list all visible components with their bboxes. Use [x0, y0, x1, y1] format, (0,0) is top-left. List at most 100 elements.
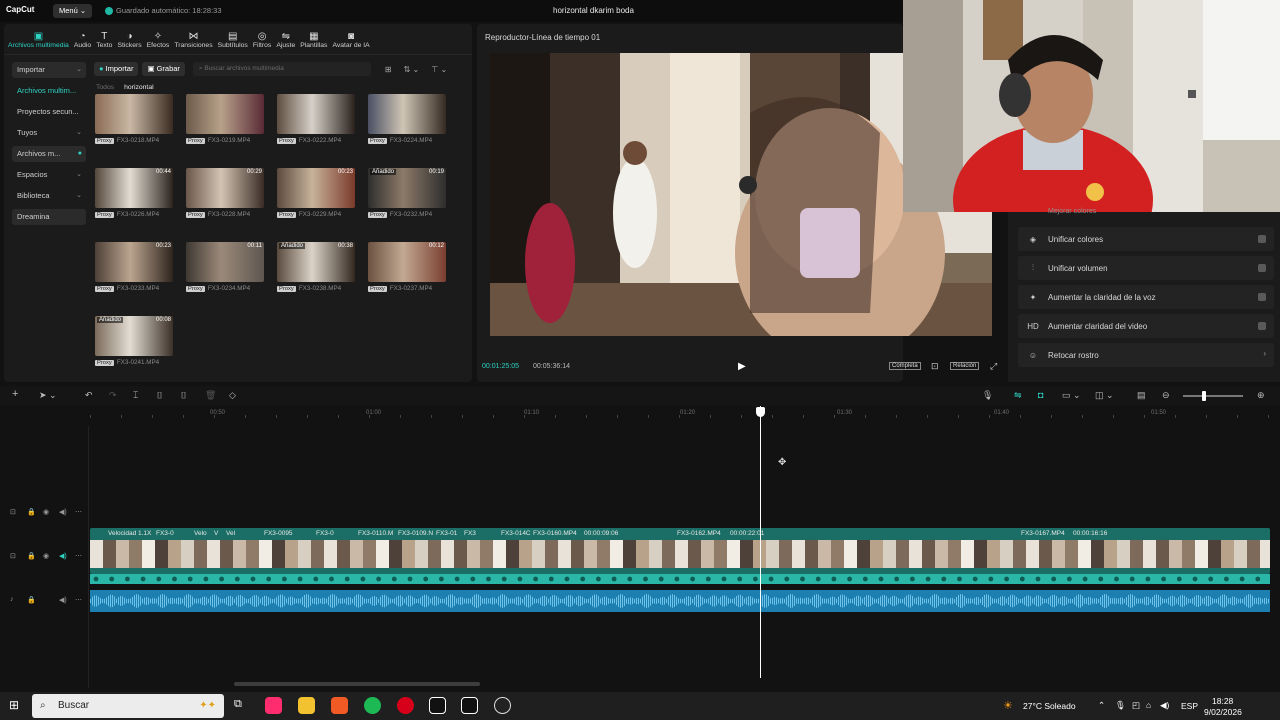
sidenav-item[interactable]: Importar ⌄ [12, 62, 86, 78]
clock-time[interactable]: 18:28 [1212, 696, 1233, 706]
sidenav-item[interactable]: Archivos multim... [12, 83, 86, 99]
keyframe-dot[interactable] [611, 576, 617, 582]
capcut-active-icon[interactable] [461, 697, 478, 714]
volume-icon[interactable]: ◀) [1160, 700, 1169, 711]
keyframe-dot[interactable] [1129, 576, 1135, 582]
playhead-handle[interactable] [756, 407, 765, 417]
keyframe-dot[interactable] [753, 576, 758, 582]
media-clip[interactable]: 00:23 Proxy FX3-0233.MP4 [95, 242, 173, 292]
keyframe-dot[interactable] [439, 576, 444, 582]
toggle-switch[interactable] [1258, 264, 1266, 272]
speaker-icon[interactable]: ◀) [59, 552, 67, 560]
keyframe-dot[interactable] [1145, 576, 1151, 582]
sidenav-item[interactable]: Biblioteca ⌄ [12, 188, 86, 204]
toggle-switch[interactable] [1258, 235, 1266, 243]
keyframe-dot[interactable] [784, 576, 790, 582]
filter-icon[interactable]: ⊤ ⌄ [431, 65, 447, 74]
link-icon[interactable]: ⇋ [1014, 390, 1022, 401]
track-expand-icon[interactable]: ⊡ [10, 508, 16, 516]
keyframe-dot[interactable] [831, 576, 837, 582]
keyframe-dot[interactable] [454, 576, 460, 582]
clip-thumbnail[interactable]: 00:19 Añadido [368, 168, 446, 208]
keyframe-dot[interactable] [1035, 576, 1041, 582]
clip-thumbnail[interactable] [95, 94, 173, 134]
eye-icon[interactable]: ◉ [43, 552, 49, 560]
keyframe-dot[interactable] [533, 576, 538, 582]
lock-icon[interactable]: 🔒 [27, 596, 36, 604]
speaker-icon[interactable]: ◀) [59, 596, 67, 604]
tool-adjust[interactable]: ⇋ Ajuste [276, 26, 295, 54]
keyframe-dot[interactable] [721, 576, 727, 582]
zoom-handle[interactable] [1202, 391, 1206, 401]
media-clip[interactable]: Proxy FX3-0219.MP4 [186, 94, 264, 144]
keyframe-dot[interactable] [894, 576, 900, 582]
chevron-right-icon[interactable]: › [1263, 349, 1266, 358]
more-icon[interactable]: ⋯ [75, 552, 82, 560]
fullscreen-icon[interactable]: ⤢ [990, 361, 997, 372]
keyframe-dot[interactable] [847, 576, 852, 582]
split-right-icon[interactable]: ⌷ [181, 390, 186, 401]
playhead[interactable] [760, 406, 761, 678]
keyframe-dot[interactable] [517, 576, 523, 582]
keyframe-dot[interactable] [1224, 576, 1229, 582]
clip-thumbnail[interactable] [368, 94, 446, 134]
keyframe-dot[interactable] [1082, 576, 1088, 582]
magnet-icon[interactable]: ◘ [1038, 390, 1043, 400]
lock-icon[interactable]: 🔒 [27, 508, 36, 516]
video-clip-track[interactable]: Velocidad 1.1X FX3-0 Velo V Vel FX3-0095 FX3-0… [90, 528, 1270, 574]
file-explorer-icon[interactable] [298, 697, 315, 714]
clock-date[interactable]: 9/02/2026 [1204, 707, 1242, 717]
tool-subtitles[interactable]: ▤ Subtítulos [218, 26, 248, 54]
windows-start-icon[interactable]: ⊞ [9, 698, 19, 712]
keyframe-dot[interactable] [627, 576, 633, 582]
undo-icon[interactable]: ↶ [85, 390, 93, 401]
keyframe-dot[interactable] [501, 576, 507, 582]
keyframe-dot[interactable] [470, 576, 476, 582]
keyframe-dot[interactable] [768, 576, 774, 582]
clip-thumbnail[interactable]: 00:29 [186, 168, 264, 208]
spotify-icon[interactable] [364, 697, 381, 714]
keyframe-dot[interactable] [187, 576, 193, 582]
keyframe-dot[interactable] [297, 576, 303, 582]
clip-audio-strip[interactable] [90, 574, 1270, 584]
split-icon[interactable]: ⌶ [133, 390, 138, 401]
menu-button[interactable]: Menú ⌄ [53, 4, 93, 18]
toggle-switch[interactable] [1258, 322, 1266, 330]
keyframe-dot[interactable] [972, 576, 978, 582]
sort-icon[interactable]: ⇅ ⌄ [404, 65, 420, 74]
more-icon[interactable]: ⋯ [75, 508, 82, 516]
media-clip[interactable]: Proxy FX3-0222.MP4 [277, 94, 355, 144]
tool-templates[interactable]: ▦ Plantillas [300, 26, 327, 54]
tab-horizontal[interactable]: horizontal [124, 84, 153, 91]
clip-thumbnail[interactable]: 00:08 Añadido [95, 316, 173, 356]
keyframe-dot[interactable] [407, 576, 413, 582]
tool-text[interactable]: T Texto [96, 26, 112, 54]
media-clip[interactable]: 00:38 Añadido Proxy FX3-0238.MP4 [277, 242, 355, 292]
clip-thumbnail[interactable] [277, 94, 355, 134]
keyframe-dot[interactable] [988, 576, 994, 582]
caption-icon[interactable]: ▤ [1137, 390, 1146, 401]
media-clip[interactable]: Proxy FX3-0224.MP4 [368, 94, 446, 144]
mic-icon[interactable]: 🎙 [982, 390, 993, 401]
tool-audio[interactable]: ◔ Audio [74, 26, 91, 54]
snap-icon[interactable]: ◫ ⌄ [1095, 390, 1114, 401]
prop-item[interactable]: HD Aumentar claridad del video [1018, 314, 1274, 338]
media-search-input[interactable]: ⌕ Buscar archivos multimedia [192, 62, 371, 76]
keyframe-dot[interactable] [737, 576, 743, 582]
keyframe-dot[interactable] [423, 576, 429, 582]
keyframe-dot[interactable] [282, 576, 287, 582]
tab-all[interactable]: Todos [96, 84, 114, 91]
clip-thumbnail[interactable]: 00:23 [277, 168, 355, 208]
media-clip[interactable]: 00:12 Proxy FX3-0237.MP4 [368, 242, 446, 292]
track-expand-icon[interactable]: ⊡ [10, 552, 16, 560]
keyframe-dot[interactable] [878, 576, 884, 582]
tool-sticker[interactable]: ◑ Stickers [117, 26, 141, 54]
sidenav-item[interactable]: Espacios ⌄ [12, 167, 86, 183]
keyframe-dot[interactable] [486, 576, 491, 582]
media-clip[interactable]: 00:23 Proxy FX3-0229.MP4 [277, 168, 355, 218]
network-icon[interactable]: ⌂ [1146, 700, 1151, 710]
grid-view-icon[interactable]: ⊞ [385, 65, 392, 74]
keyframe-dot[interactable] [800, 576, 805, 582]
sidenav-item[interactable]: Proyectos secun... [12, 104, 86, 120]
tray-chevron-icon[interactable]: ⌃ [1098, 700, 1105, 711]
